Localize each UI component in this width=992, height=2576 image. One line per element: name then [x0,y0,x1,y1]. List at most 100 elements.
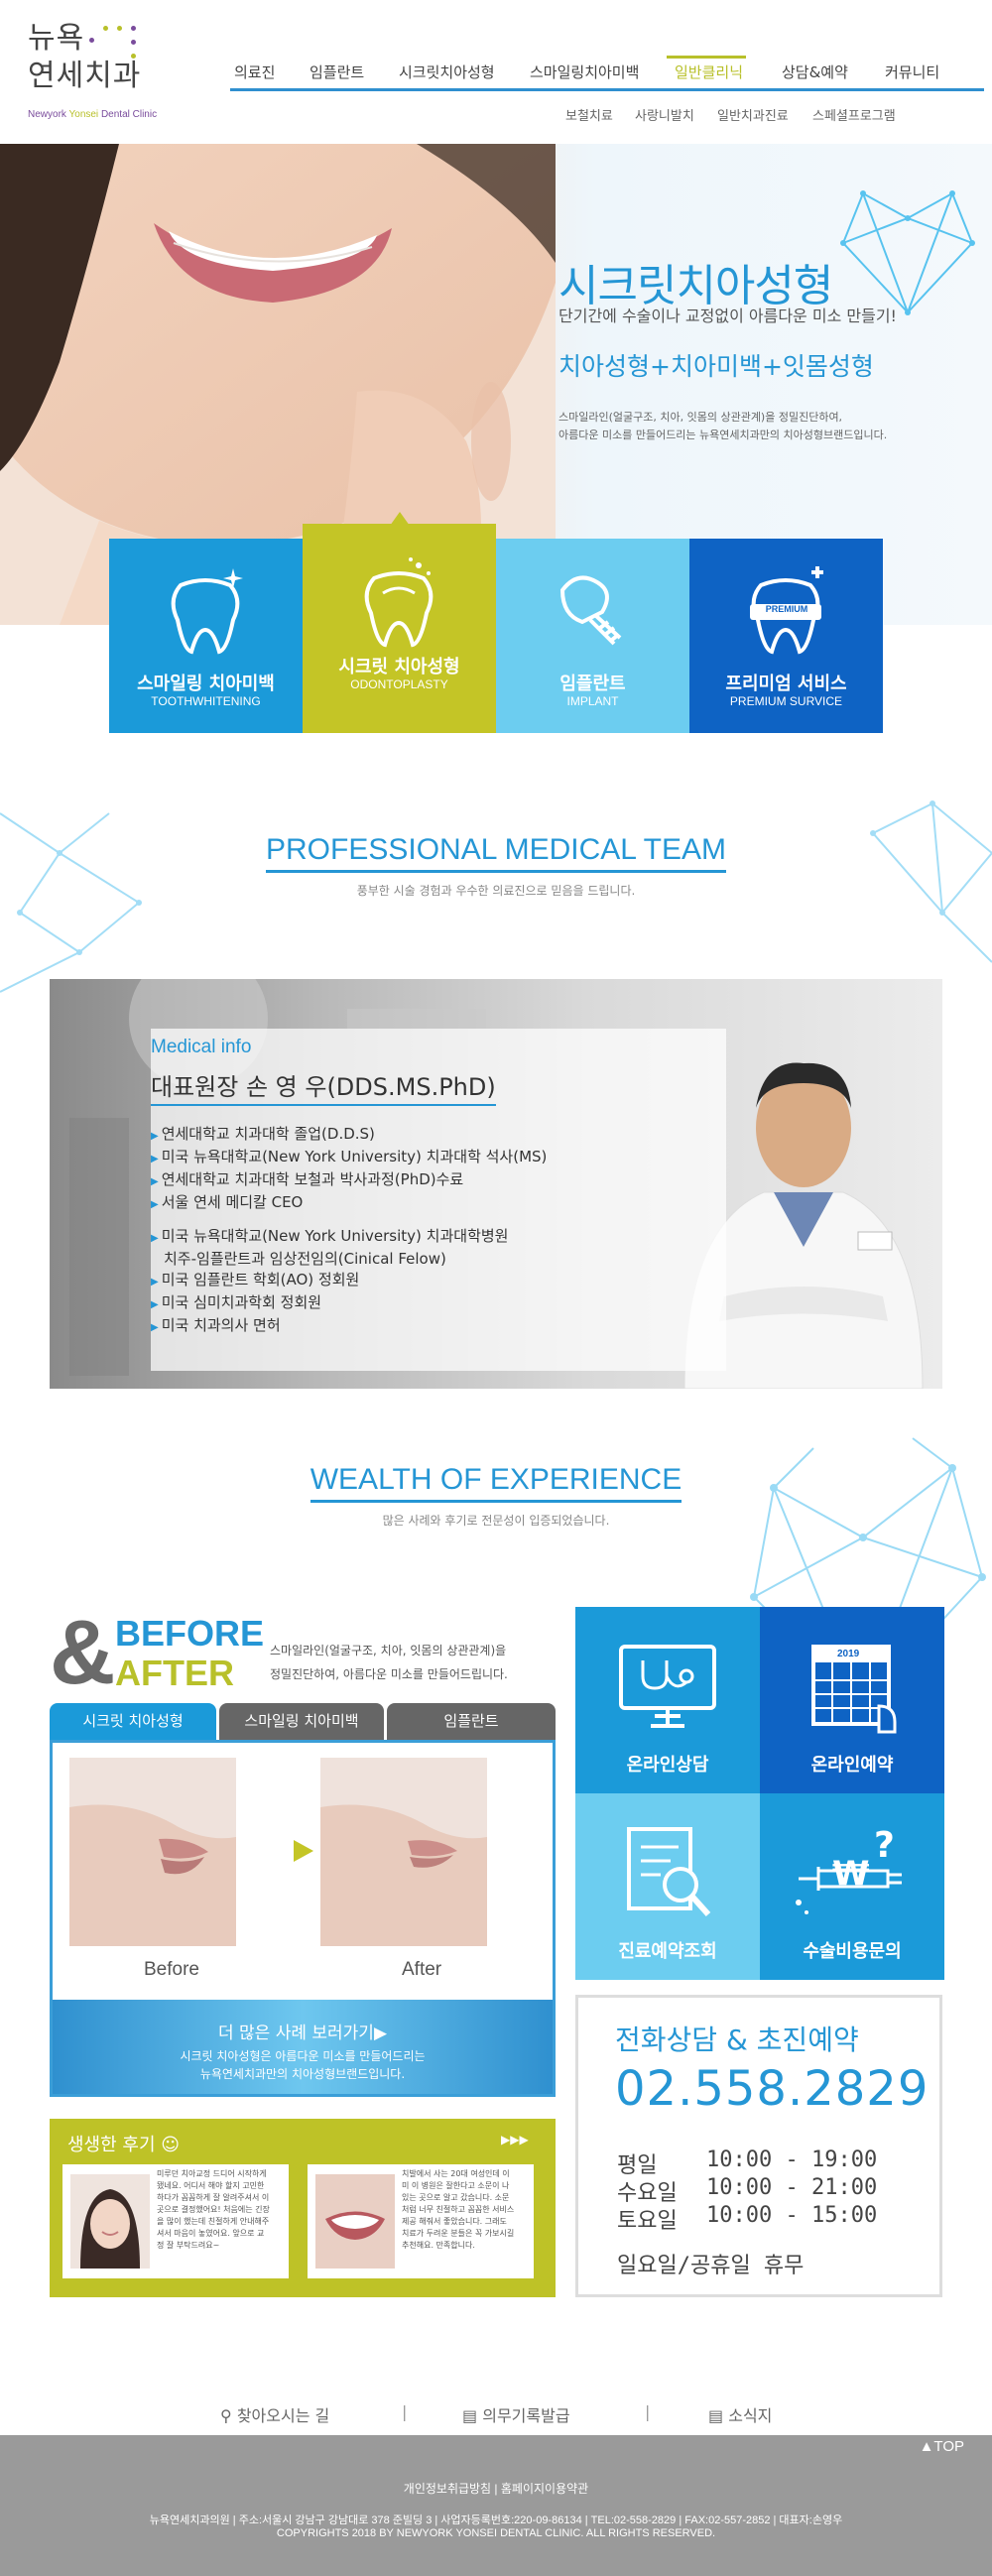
list-item: ▶ 서울 연세 메디칼 CEO [151,1192,547,1215]
service-tile-odontoplasty[interactable]: 시크릿 치아성형 ODONTOPLASTY [303,512,496,733]
subnav-special-program[interactable]: 스페셜프로그램 [812,105,896,124]
reviewer-smile-image [315,2174,395,2269]
nav-implant[interactable]: 임플란트 [310,61,364,82]
more-cases-banner[interactable]: 더 많은 사례 보러가기▶ 시크릿 치아성형은 아름다운 미소를 만들어드리는 … [53,2000,553,2094]
experience-section-title: WEALTH OF EXPERIENCE [0,1463,992,1503]
footer-policy-links[interactable]: 개인정보취급방침 | 홈페이지이용약관 [0,2480,992,2497]
ampersand-logo-icon: & [50,1602,116,1703]
reviewer-photo-image [70,2174,150,2269]
after-image [320,1758,487,1946]
hours-day: 토요일 [617,2209,678,2234]
tab-implant[interactable]: 임플란트 [387,1703,556,1740]
reviews-title: 생생한 후기 ☺ [67,2131,180,2156]
nav-medical-team[interactable]: 의료진 [234,61,275,82]
active-pointer-icon [390,512,410,526]
implant-icon [559,575,622,646]
career-text: 치주-임플란트과 임상전임의(Cinical Felow) [164,1250,446,1268]
cost-inquiry-tile[interactable]: ₩ ? 수술비용문의 [760,1793,944,1980]
premium-badge: PREMIUM [765,604,808,614]
ba-desc-line2: 정밀진단하여, 아름다운 미소를 만들어드립니다. [270,1667,508,1681]
svg-text:?: ? [874,1825,895,1866]
career-text: 미국 뉴욕대학교(New York University) 치과대학병원 [161,1227,509,1245]
back-to-top-button[interactable]: ▲TOP [920,2438,964,2455]
nav-general-clinic[interactable]: 일반클리닉 [675,61,743,82]
list-item: ▶ 미국 뉴욕대학교(New York University) 치과대학병원 [151,1226,508,1249]
ba-desc-line1: 스마일라인(얼굴구조, 치아, 잇몸의 상관관계)을 [270,1644,507,1657]
more-cases-link[interactable]: 더 많은 사례 보러가기▶ [53,2019,553,2043]
map-pin-icon: ⚲ [220,2406,232,2425]
site-header: 뉴욕 연세치과 Newyork Yonsei Dental Clinic 의료진… [0,0,992,144]
list-item: ▶ 연세대학교 치과대학 졸업(D.D.S) [151,1124,547,1147]
nav-secret-odontoplasty[interactable]: 시크릿치아성형 [399,61,495,82]
experience-section-subtitle: 많은 사례와 후기로 전문성이 입증되었습니다. [382,1514,610,1528]
footer-copyright: COPYRIGHTS 2018 BY NEWYORK YONSEI DENTAL… [276,2527,716,2539]
tab-whitening[interactable]: 스마일링 치아미백 [219,1703,384,1740]
tab-secret-odontoplasty[interactable]: 시크릿 치아성형 [50,1703,216,1740]
career-text: 연세대학교 치과대학 졸업(D.D.S) [161,1125,375,1143]
service-label-en: TOOTHWHITENING [151,694,261,708]
footer-link-newsletter[interactable]: ▤ 소식지 [708,2402,772,2426]
hero-tagline: 치아성형+치아미백+잇몸성형 [558,352,874,381]
tooth-sparkle-icon [364,557,434,648]
reviews-more-button[interactable]: ▶▶▶ [501,2133,529,2147]
bullet-icon: ▶ [151,1233,159,1244]
nav-consult-reservation[interactable]: 상담&예약 [782,61,848,82]
before-label: Before [144,1959,199,1980]
footer-link-text: 소식지 [728,2406,773,2425]
subnav-wisdom-tooth[interactable]: 사랑니발치 [635,105,694,124]
list-item: ▶ 미국 심미치과학회 정회원 [151,1292,508,1315]
career-text: 미국 심미치과학회 정회원 [161,1293,322,1311]
career-text: 미국 치과의사 면허 [161,1316,281,1334]
syringe-price-icon: ₩ ? [796,1825,902,1914]
bullet-icon: ▶ [151,1277,159,1288]
logo-en-prefix: Newyork [28,109,69,120]
hero-subtitle: 단기간에 수술이나 교정없이 아름다운 미소 만들기! [558,307,897,325]
review-photo [70,2174,150,2269]
service-tile-implant[interactable]: 임플란트 IMPLANT [496,539,689,733]
career-text: 미국 뉴욕대학교(New York University) 치과대학 석사(MS… [161,1148,548,1165]
after-heading: AFTER [115,1653,234,1693]
site-footer [0,2435,992,2576]
footer-link-directions[interactable]: ⚲ 찾아오시는 길 [220,2402,329,2426]
phone-number[interactable]: 02.558.2829 [615,2061,929,2117]
list-item: 치주-임플란트과 임상전임의(Cinical Felow) [151,1249,508,1270]
hero-description: 스마일라인(얼굴구조, 치아, 잇몸의 상관관계)을 정밀진단하여, 아름다운 … [558,409,887,444]
after-label: After [402,1959,442,1980]
bullet-icon: ▶ [151,1322,159,1333]
calendar-year: 2019 [837,1649,860,1659]
nav-whitening[interactable]: 스마일링치아미백 [530,61,639,82]
more-cases-desc: 시크릿 치아성형은 아름다운 미소를 만들어드리는 뉴욕연세치과만의 치아성형브… [53,2047,553,2083]
call-title: 전화상담 & 초진예약 [615,2024,859,2056]
before-image [69,1758,236,1946]
footer-link-text: 찾아오시는 길 [236,2406,330,2425]
subnav-general-care[interactable]: 일반치과진료 [717,105,789,124]
nav-community[interactable]: 커뮤니티 [885,61,939,82]
reviews-title-text: 생생한 후기 [67,2135,156,2155]
career-text: 미국 임플란트 학회(AO) 정회원 [161,1271,360,1288]
footer-link-text: 의무기록발급 [482,2406,570,2425]
tooth-sparkle-icon [171,568,243,655]
footer-company-info: 뉴욕연세치과의원 | 주소:서울시 강남구 강남대로 378 준빌딩 3 | 사… [149,2515,843,2526]
reservation-lookup-tile[interactable]: 진료예약조회 [575,1793,760,1980]
case-tabs: 시크릿 치아성형 스마일링 치아미백 임플란트 [50,1703,556,1740]
logo-dots-icon [81,24,151,83]
arrow-right-icon [294,1840,313,1862]
more-desc-line2: 뉴욕연세치과만의 치아성형브랜드입니다. [199,2067,406,2081]
online-consult-tile[interactable]: 온라인상담 [575,1607,760,1793]
quick-label: 수술비용문의 [803,1941,902,1962]
list-item: ▶ 미국 치과의사 면허 [151,1315,508,1338]
subnav-prosthetics[interactable]: 보철치료 [565,105,613,124]
review-text: 미루던 치아교정 드디어 시작하게 됐네요. 어디서 해야 할지 고민한 하다가… [157,2169,270,2250]
service-tile-whitening[interactable]: 스마일링 치아미백 TOOTHWHITENING [109,539,303,733]
bullet-icon: ▶ [151,1199,159,1210]
service-tile-premium[interactable]: PREMIUM 프리미엄 서비스 PREMIUM SURVICE [689,539,883,733]
team-title-text: PROFESSIONAL MEDICAL TEAM [266,833,726,873]
list-item: ▶ 미국 임플란트 학회(AO) 정회원 [151,1270,508,1292]
online-reservation-tile[interactable]: 2019 온라인예약 [760,1607,944,1793]
review-photo [315,2174,395,2269]
footer-link-medical-records[interactable]: ▤ 의무기록발급 [462,2402,570,2426]
logo-english: Newyork Yonsei Dental Clinic [28,109,157,120]
logo-en-mid: Yonsei [68,109,99,120]
quick-label: 온라인상담 [626,1755,709,1776]
search-document-icon [627,1827,711,1917]
